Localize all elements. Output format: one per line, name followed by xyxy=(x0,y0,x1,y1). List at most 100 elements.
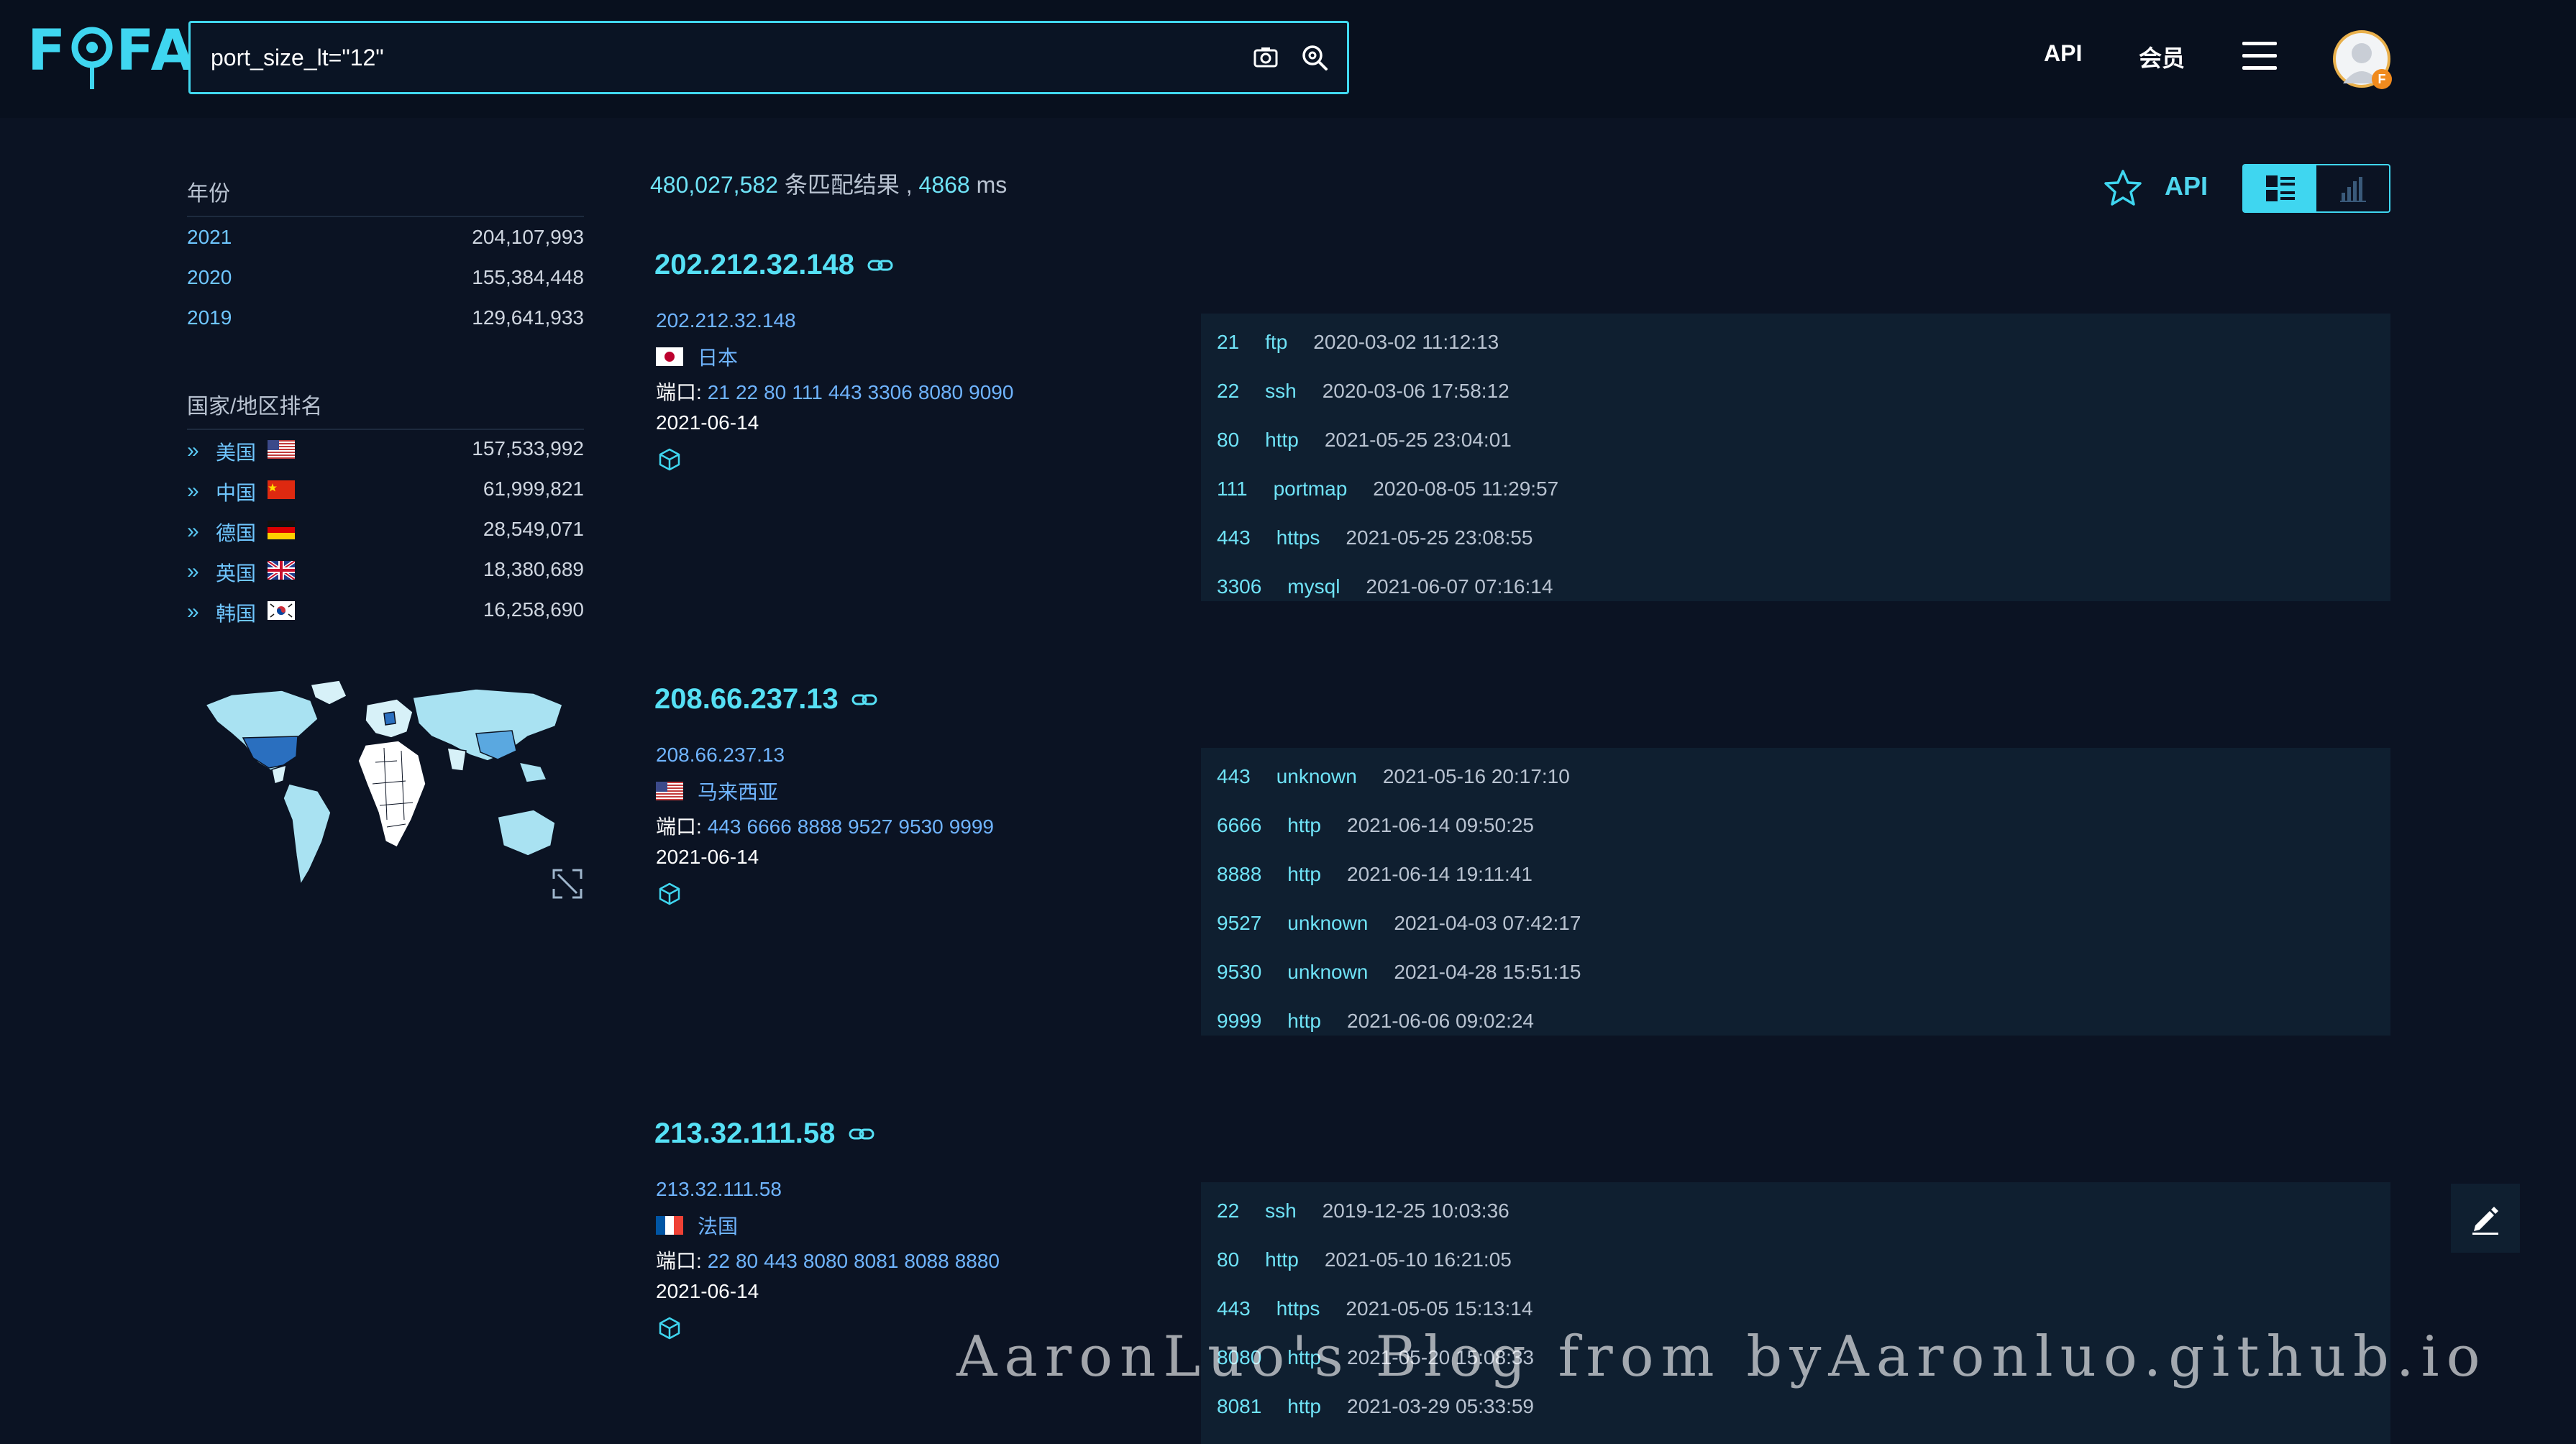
jp-flag-icon xyxy=(656,347,683,366)
port-link[interactable]: 111 xyxy=(792,381,823,403)
year-filter-item[interactable]: 2020 155,384,448 xyxy=(187,266,584,295)
result-title[interactable]: 208.66.237.13 xyxy=(654,683,839,716)
cube-icon[interactable] xyxy=(657,882,682,906)
stats-view-button[interactable] xyxy=(2316,165,2389,211)
year-count: 204,107,993 xyxy=(472,226,584,248)
result-summary: 480,027,582 条匹配结果 , 4868 ms xyxy=(650,167,1007,200)
image-search-icon[interactable] xyxy=(1249,41,1282,74)
country-ranking-heading: 国家/地区排名 xyxy=(187,395,323,419)
search-input[interactable] xyxy=(191,23,1249,92)
port-link[interactable]: 8880 xyxy=(955,1250,1000,1272)
result-ip-link[interactable]: 202.212.32.148 xyxy=(656,309,796,332)
star-icon[interactable] xyxy=(2103,168,2143,209)
result-title[interactable]: 202.212.32.148 xyxy=(654,249,854,281)
world-map[interactable] xyxy=(203,676,570,899)
service-panel[interactable]: 22 ssh 2019-12-25 10:03:36 80 http 2021-05-1… xyxy=(1201,1182,2390,1444)
search-icon[interactable] xyxy=(1298,41,1331,74)
result-title[interactable]: 213.32.111.58 xyxy=(654,1118,835,1150)
result-count-suffix: 条匹配结果 , xyxy=(777,172,919,198)
service-port: 9530 xyxy=(1217,961,1262,983)
link-icon[interactable] xyxy=(851,690,877,709)
year-filter-item[interactable]: 2021 204,107,993 xyxy=(187,226,584,255)
list-view-button[interactable] xyxy=(2244,165,2316,211)
port-link[interactable]: 8081 xyxy=(854,1250,898,1272)
service-row[interactable]: 8081 http 2021-03-29 05:33:59 xyxy=(1217,1395,1534,1424)
country-filter-item[interactable]: » 德国 28,549,071 xyxy=(187,518,584,547)
update-date: 2021-06-14 xyxy=(656,411,759,434)
service-panel[interactable]: 443 unknown 2021-05-16 20:17:10 6666 http 20… xyxy=(1201,748,2390,1036)
chevron-right-icon: » xyxy=(187,479,199,503)
fofa-logo[interactable]: F FA xyxy=(27,19,197,89)
port-link[interactable]: 80 xyxy=(764,381,786,403)
country-name: 法国 xyxy=(698,1215,739,1238)
service-row[interactable]: 6666 http 2021-06-14 09:50:25 xyxy=(1217,814,1534,843)
service-time: 2019-12-25 10:03:36 xyxy=(1322,1199,1509,1222)
port-link[interactable]: 6666 xyxy=(747,815,792,838)
service-row[interactable]: 443 https 2021-05-05 15:13:14 xyxy=(1217,1297,1533,1326)
year-filter-item[interactable]: 2019 129,641,933 xyxy=(187,306,584,335)
country-filter-item[interactable]: » 美国 157,533,992 xyxy=(187,437,584,466)
cube-icon[interactable] xyxy=(657,447,682,472)
service-row[interactable]: 22 ssh 2019-12-25 10:03:36 xyxy=(1217,1199,1509,1228)
service-row[interactable]: 21 ftp 2020-03-02 11:12:13 xyxy=(1217,331,1499,360)
port-link[interactable]: 9527 xyxy=(848,815,892,838)
cube-icon[interactable] xyxy=(657,1316,682,1340)
result-location[interactable]: 法国 xyxy=(656,1211,738,1240)
service-row[interactable]: 80 http 2021-05-10 16:21:05 xyxy=(1217,1248,1512,1277)
result-location[interactable]: 马来西亚 xyxy=(656,777,778,805)
port-link[interactable]: 8088 xyxy=(904,1250,949,1272)
service-panel[interactable]: 21 ftp 2020-03-02 11:12:13 22 ssh 2020-03-06… xyxy=(1201,314,2390,601)
port-link[interactable]: 22 xyxy=(736,381,758,403)
port-link[interactable]: 22 xyxy=(708,1250,730,1272)
service-row[interactable]: 8888 http 2021-06-14 19:11:41 xyxy=(1217,863,1533,892)
service-port: 80 xyxy=(1217,1248,1240,1271)
service-time: 2021-04-28 15:51:15 xyxy=(1394,961,1581,983)
country-filter-item[interactable]: » 英国 18,380,689 xyxy=(187,558,584,587)
expand-icon[interactable] xyxy=(552,869,583,899)
nav-member-link[interactable]: 会员 xyxy=(2139,40,2185,73)
service-row[interactable]: 22 ssh 2020-03-06 17:58:12 xyxy=(1217,380,1509,408)
port-link[interactable]: 9999 xyxy=(949,815,994,838)
service-row[interactable]: 443 https 2021-05-25 23:08:55 xyxy=(1217,526,1533,555)
port-link[interactable]: 8080 xyxy=(803,1250,848,1272)
avatar[interactable]: F xyxy=(2333,30,2392,89)
country-filter-item[interactable]: » 韩国 16,258,690 xyxy=(187,598,584,627)
result-ip-link[interactable]: 213.32.111.58 xyxy=(656,1178,782,1201)
service-time: 2021-06-14 19:11:41 xyxy=(1347,863,1533,885)
link-icon[interactable] xyxy=(849,1125,874,1143)
menu-icon[interactable] xyxy=(2242,42,2277,70)
api-link[interactable]: API xyxy=(2165,171,2208,201)
port-link[interactable]: 9090 xyxy=(969,381,1013,403)
chevron-right-icon: » xyxy=(187,519,199,543)
kr-flag-icon xyxy=(268,601,295,620)
port-link[interactable]: 9530 xyxy=(898,815,943,838)
edit-button[interactable] xyxy=(2451,1184,2520,1253)
result-ip-link[interactable]: 208.66.237.13 xyxy=(656,744,785,767)
port-link[interactable]: 3306 xyxy=(868,381,913,403)
country-filter-item[interactable]: » 中国 61,999,821 xyxy=(187,477,584,506)
port-link[interactable]: 80 xyxy=(736,1250,758,1272)
service-row[interactable]: 443 unknown 2021-05-16 20:17:10 xyxy=(1217,765,1570,794)
service-row[interactable]: 111 portmap 2020-08-05 11:29:57 xyxy=(1217,477,1558,506)
service-row[interactable]: 80 http 2021-05-25 23:04:01 xyxy=(1217,429,1512,457)
nav-api-link[interactable]: API xyxy=(2044,40,2082,67)
port-link[interactable]: 21 xyxy=(708,381,730,403)
service-row[interactable]: 9527 unknown 2021-04-03 07:42:17 xyxy=(1217,912,1581,941)
country-count: 28,549,071 xyxy=(483,518,584,540)
port-link[interactable]: 443 xyxy=(764,1250,798,1272)
port-link[interactable]: 443 xyxy=(828,381,862,403)
link-icon[interactable] xyxy=(867,256,893,275)
country-count: 61,999,821 xyxy=(483,477,584,500)
port-link[interactable]: 443 xyxy=(708,815,741,838)
service-row[interactable]: 3306 mysql 2021-06-07 07:16:14 xyxy=(1217,575,1553,601)
logo-letter-f: F xyxy=(27,19,69,83)
service-row[interactable]: 9999 http 2021-06-06 09:02:24 xyxy=(1217,1010,1534,1036)
country-label: 中国 xyxy=(216,482,257,504)
divider xyxy=(187,216,584,217)
year-label: 2021 xyxy=(187,226,232,248)
port-link[interactable]: 8080 xyxy=(918,381,963,403)
result-location[interactable]: 日本 xyxy=(656,342,738,371)
service-row[interactable]: 9530 unknown 2021-04-28 15:51:15 xyxy=(1217,961,1581,990)
service-port: 6666 xyxy=(1217,814,1262,836)
port-link[interactable]: 8888 xyxy=(798,815,842,838)
